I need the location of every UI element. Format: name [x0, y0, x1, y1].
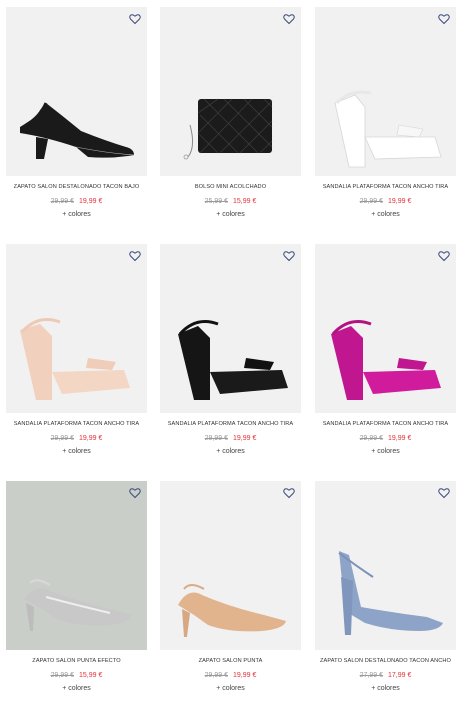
platform-sandal-image	[331, 320, 441, 400]
sale-price: 17,99 €	[388, 672, 412, 679]
slingback-shoe-image	[338, 551, 443, 635]
old-price: 25,99 €	[204, 198, 228, 205]
heart-icon[interactable]	[438, 13, 450, 25]
old-price: 27,99 €	[359, 672, 383, 679]
platform-sandal-image	[334, 90, 442, 168]
heart-icon[interactable]	[129, 13, 141, 25]
slingback-shoe-image	[20, 102, 135, 159]
nude-pump-image	[178, 584, 286, 637]
product-card[interactable]: SANDALIA PLATAFORMA TACÓN ANCHO TIRA 29,…	[315, 7, 456, 222]
platform-sandal-image	[178, 320, 288, 400]
old-price: 29,99 €	[50, 198, 74, 205]
sale-price: 19,99 €	[79, 198, 103, 205]
sale-price: 19,99 €	[233, 435, 257, 442]
product-prices: 29,99 € 15,99 €	[6, 670, 147, 682]
old-price: 29,99 €	[50, 435, 74, 442]
more-colors-link[interactable]: + colores	[315, 445, 456, 459]
sale-price: 15,99 €	[79, 672, 103, 679]
sale-price: 15,99 €	[233, 198, 257, 205]
more-colors-link[interactable]: + colores	[160, 682, 301, 696]
more-colors-link[interactable]: + colores	[6, 445, 147, 459]
old-price: 29,99 €	[359, 435, 383, 442]
product-prices: 29,99 € 19,99 €	[160, 433, 301, 445]
product-prices: 27,99 € 17,99 €	[315, 670, 456, 682]
product-prices: 29,99 € 19,99 €	[315, 196, 456, 208]
more-colors-link[interactable]: + colores	[315, 208, 456, 222]
old-price: 29,99 €	[359, 198, 383, 205]
heart-icon[interactable]	[129, 250, 141, 262]
product-image[interactable]	[160, 481, 301, 650]
heart-icon[interactable]	[283, 250, 295, 262]
product-name[interactable]: ZAPATO SALÓN DESTALONADO TACÓN ANCHO	[315, 658, 456, 670]
product-card[interactable]: ZAPATO SALÓN DESTALONADO TACÓN BAJO 29,9…	[6, 7, 147, 222]
more-colors-link[interactable]: + colores	[315, 682, 456, 696]
product-image[interactable]	[6, 244, 147, 413]
product-name[interactable]: SANDALIA PLATAFORMA TACÓN ANCHO TIRA	[315, 421, 456, 433]
heart-icon[interactable]	[438, 487, 450, 499]
product-name[interactable]: BOLSO MINI ACOLCHADO	[160, 184, 301, 196]
platform-sandal-image	[20, 318, 130, 400]
heart-icon[interactable]	[438, 250, 450, 262]
product-image[interactable]	[6, 7, 147, 176]
metallic-pump-image	[24, 579, 132, 631]
product-grid: ZAPATO SALÓN DESTALONADO TACÓN BAJO 29,9…	[0, 0, 475, 702]
heart-icon[interactable]	[283, 13, 295, 25]
more-colors-link[interactable]: + colores	[160, 445, 301, 459]
product-name[interactable]: ZAPATO SALÓN PUNTA	[160, 658, 301, 670]
product-name[interactable]: ZAPATO SALÓN PUNTA EFECTO	[6, 658, 147, 670]
product-image[interactable]	[315, 244, 456, 413]
product-card[interactable]: ZAPATO SALÓN PUNTA EFECTO 29,99 € 15,99 €…	[6, 481, 147, 696]
old-price: 29,99 €	[204, 435, 228, 442]
product-name[interactable]: ZAPATO SALÓN DESTALONADO TACÓN BAJO	[6, 184, 147, 196]
product-prices: 25,99 € 15,99 €	[160, 196, 301, 208]
product-card[interactable]: SANDALIA PLATAFORMA TACÓN ANCHO TIRA 29,…	[160, 244, 301, 459]
more-colors-link[interactable]: + colores	[6, 208, 147, 222]
product-name[interactable]: SANDALIA PLATAFORMA TACÓN ANCHO TIRA	[6, 421, 147, 433]
sale-price: 19,99 €	[79, 435, 103, 442]
more-colors-link[interactable]: + colores	[160, 208, 301, 222]
product-name[interactable]: SANDALIA PLATAFORMA TACÓN ANCHO TIRA	[160, 421, 301, 433]
product-prices: 29,99 € 19,99 €	[6, 433, 147, 445]
product-prices: 29,99 € 19,99 €	[6, 196, 147, 208]
product-image[interactable]	[6, 481, 147, 650]
heart-icon[interactable]	[129, 487, 141, 499]
product-image[interactable]	[315, 481, 456, 650]
more-colors-link[interactable]: + colores	[6, 682, 147, 696]
product-name[interactable]: SANDALIA PLATAFORMA TACÓN ANCHO TIRA	[315, 184, 456, 196]
product-card[interactable]: BOLSO MINI ACOLCHADO 25,99 € 15,99 € + co…	[160, 7, 301, 222]
product-image[interactable]	[160, 7, 301, 176]
sale-price: 19,99 €	[388, 198, 412, 205]
old-price: 29,99 €	[204, 672, 228, 679]
product-image[interactable]	[160, 244, 301, 413]
product-card[interactable]: SANDALIA PLATAFORMA TACÓN ANCHO TIRA 29,…	[315, 244, 456, 459]
product-card[interactable]: ZAPATO SALÓN DESTALONADO TACÓN ANCHO 27,…	[315, 481, 456, 696]
sale-price: 19,99 €	[233, 672, 257, 679]
product-image[interactable]	[315, 7, 456, 176]
sale-price: 19,99 €	[388, 435, 412, 442]
product-card[interactable]: SANDALIA PLATAFORMA TACÓN ANCHO TIRA 29,…	[6, 244, 147, 459]
heart-icon[interactable]	[283, 487, 295, 499]
product-prices: 29,99 € 19,99 €	[315, 433, 456, 445]
quilted-bag-image	[183, 98, 273, 160]
old-price: 29,99 €	[50, 672, 74, 679]
product-card[interactable]: ZAPATO SALÓN PUNTA 29,99 € 19,99 € + colo…	[160, 481, 301, 696]
product-prices: 29,99 € 19,99 €	[160, 670, 301, 682]
